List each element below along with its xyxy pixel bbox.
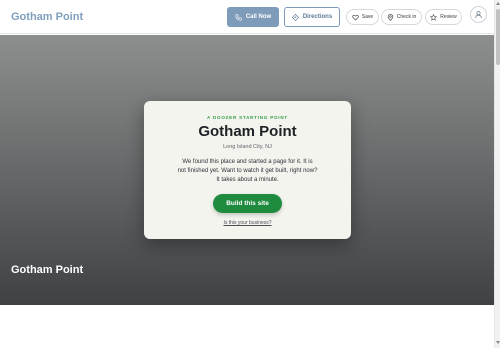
directions-icon [291, 13, 299, 21]
save-label: Save [361, 14, 374, 20]
scrollbar-thumb[interactable] [496, 9, 500, 65]
review-label: Review [440, 14, 457, 20]
directions-button[interactable]: Directions [284, 7, 340, 27]
account-avatar[interactable] [470, 6, 487, 23]
scroll-up-arrow-icon[interactable] [496, 2, 500, 5]
directions-label: Directions [302, 14, 333, 20]
card-location: Long Island City, NJ [223, 144, 272, 150]
check-in-button[interactable]: Check in [381, 9, 422, 25]
phone-icon [235, 13, 242, 21]
call-now-label: Call Now [245, 14, 272, 20]
vertical-scrollbar[interactable] [494, 0, 500, 348]
card-title: Gotham Point [198, 123, 297, 140]
user-icon [474, 10, 483, 19]
build-site-card: A DOOZER STARTING POINT Gotham Point Lon… [144, 101, 351, 239]
map-pin-icon [387, 13, 394, 21]
card-message-line: We found this place and started a page f… [182, 159, 313, 165]
card-message: We found this place and started a page f… [170, 158, 325, 185]
review-button[interactable]: Review [425, 9, 462, 25]
brand-name[interactable]: Gotham Point [11, 11, 83, 23]
save-button[interactable]: Save [346, 9, 379, 25]
call-now-button[interactable]: Call Now [227, 7, 279, 27]
check-in-label: Check in [396, 14, 417, 20]
scroll-down-arrow-icon[interactable] [496, 341, 500, 344]
star-icon [430, 13, 438, 21]
card-eyebrow: A DOOZER STARTING POINT [207, 115, 288, 120]
hero-business-name: Gotham Point [11, 264, 84, 276]
top-bar: Gotham Point Call Now Directions Save Ch… [0, 0, 494, 34]
card-message-line: not finished yet. Want to watch it get b… [177, 168, 318, 174]
build-site-button[interactable]: Build this site [213, 194, 282, 213]
card-message-line: It takes about a minute. [216, 177, 279, 183]
claim-business-link[interactable]: Is this your business? [144, 220, 351, 226]
heart-icon [352, 14, 359, 21]
